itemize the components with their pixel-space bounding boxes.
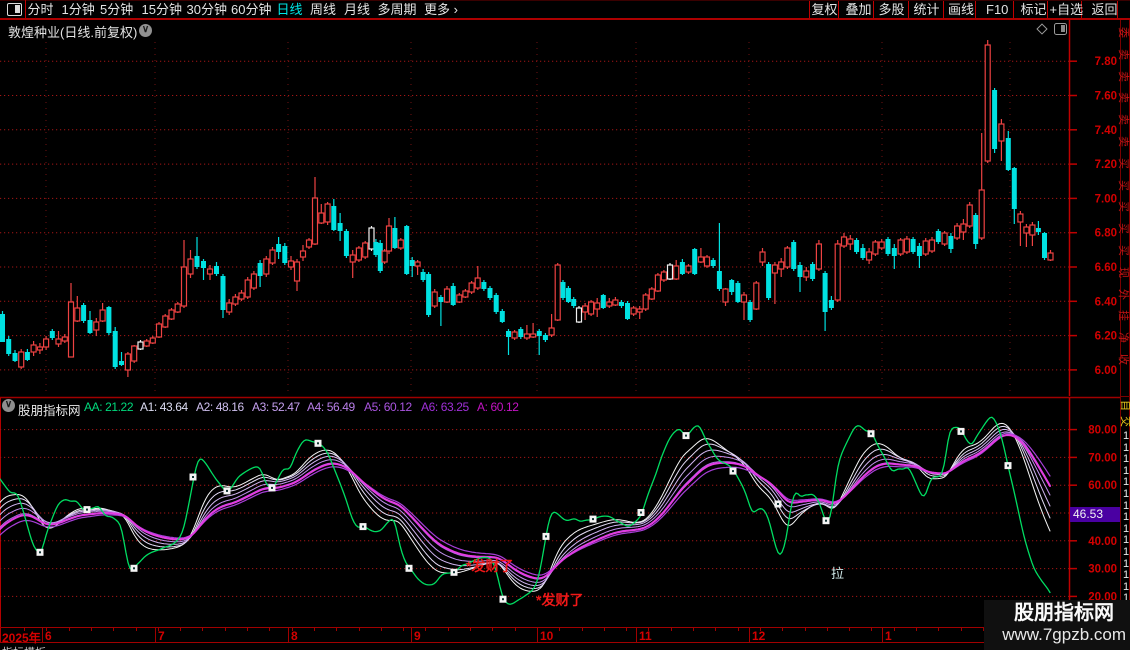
svg-text:40.00: 40.00 <box>1088 536 1117 548</box>
svg-text:60.00: 60.00 <box>1088 480 1117 492</box>
svg-text:70.00: 70.00 <box>1088 452 1117 464</box>
svg-text:7.60: 7.60 <box>1095 91 1117 103</box>
svg-text:7.40: 7.40 <box>1095 125 1117 137</box>
svg-text:7.80: 7.80 <box>1095 56 1117 68</box>
svg-text:7.20: 7.20 <box>1095 159 1117 171</box>
svg-text:6.20: 6.20 <box>1095 331 1117 343</box>
svg-text:7.00: 7.00 <box>1095 193 1117 205</box>
svg-text:6.60: 6.60 <box>1095 262 1117 274</box>
svg-text:30.00: 30.00 <box>1088 564 1117 576</box>
svg-text:6.00: 6.00 <box>1095 365 1117 377</box>
svg-text:6.40: 6.40 <box>1095 296 1117 308</box>
svg-text:80.00: 80.00 <box>1088 425 1117 437</box>
svg-text:6.80: 6.80 <box>1095 228 1117 240</box>
